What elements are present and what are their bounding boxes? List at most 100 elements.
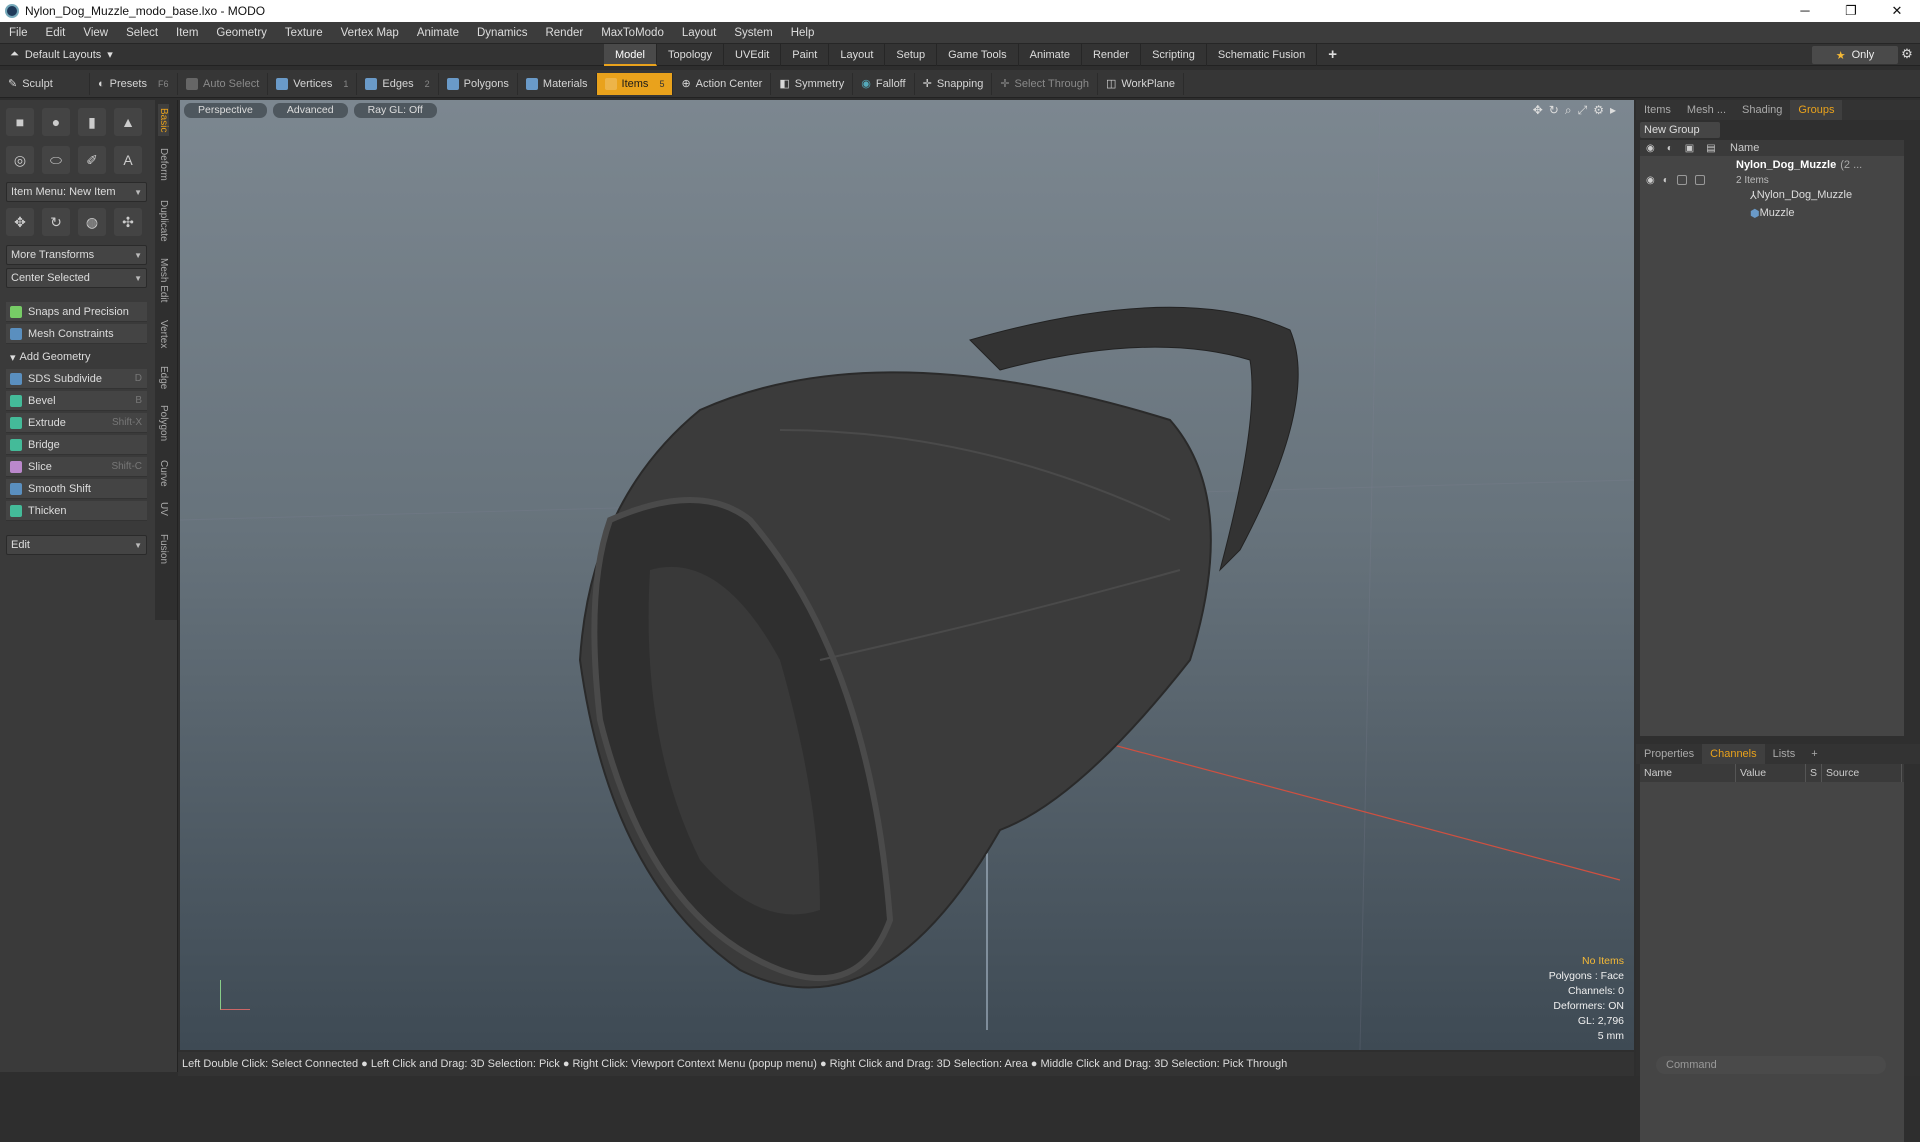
menu-render[interactable]: Render — [536, 27, 592, 39]
tab-mesh[interactable]: Mesh ... — [1679, 100, 1734, 120]
add-panel-tab-button[interactable]: + — [1803, 744, 1825, 764]
select-icon[interactable]: ▤ — [1706, 143, 1715, 154]
action-center-button[interactable]: ⊕ Action Center — [673, 72, 772, 95]
vtab-deform[interactable]: Deform — [158, 148, 169, 181]
orbit-icon[interactable]: ↻ — [1549, 103, 1559, 118]
menu-geometry[interactable]: Geometry — [207, 27, 276, 39]
symmetry-button[interactable]: ◧ Symmetry — [771, 72, 854, 95]
group-row[interactable]: Nylon_Dog_Muzzle (2 ... — [1640, 156, 1904, 174]
cylinder-icon[interactable]: ▮ — [78, 108, 106, 136]
transform-icon[interactable]: ✣ — [114, 208, 142, 236]
text-icon[interactable]: A — [114, 146, 142, 174]
menu-animate[interactable]: Animate — [408, 27, 468, 39]
tab-scripting[interactable]: Scripting — [1141, 44, 1207, 66]
select-checkbox[interactable] — [1694, 174, 1705, 185]
only-button[interactable]: ★ Only — [1812, 46, 1898, 64]
viewport-gear-icon[interactable]: ⚙ — [1593, 103, 1604, 118]
viewport-menu-icon[interactable]: ▸ — [1610, 103, 1616, 118]
minimize-button[interactable]: ─ — [1782, 3, 1828, 19]
tool-sds-subdivide[interactable]: SDS Subdivide D — [6, 369, 147, 389]
item-menu-dropdown[interactable]: Item Menu: New Item — [6, 182, 147, 202]
vtab-vertex[interactable]: Vertex — [158, 320, 169, 348]
tab-lists[interactable]: Lists — [1765, 744, 1804, 764]
pen-icon[interactable]: ✐ — [78, 146, 106, 174]
tab-items[interactable]: Items — [1636, 100, 1679, 120]
menu-help[interactable]: Help — [782, 27, 824, 39]
new-group-button[interactable]: New Group — [1640, 122, 1720, 138]
items-button[interactable]: Items 5 — [596, 72, 674, 95]
menu-file[interactable]: File — [0, 27, 37, 39]
perspective-button[interactable]: Perspective — [184, 103, 267, 118]
tab-layout[interactable]: Layout — [829, 44, 886, 66]
pan-icon[interactable]: ✥ — [1533, 103, 1543, 118]
vtab-uv[interactable]: UV — [158, 502, 169, 516]
render-icon[interactable]: ◐ — [1667, 143, 1673, 154]
add-tab-button[interactable]: + — [1317, 44, 1348, 66]
menu-view[interactable]: View — [74, 27, 117, 39]
capsule-icon[interactable]: ⬭ — [42, 146, 70, 174]
tree-item[interactable]: ⬢ Muzzle — [1640, 204, 1904, 222]
default-layouts-dropdown[interactable]: Default Layouts — [25, 49, 101, 61]
raygl-button[interactable]: Ray GL: Off — [353, 103, 437, 118]
lock-icon[interactable]: ▣ — [1685, 143, 1694, 154]
visibility-icon[interactable]: ◉ — [1646, 175, 1655, 186]
advanced-button[interactable]: Advanced — [272, 103, 348, 118]
tab-groups[interactable]: Groups — [1790, 100, 1843, 120]
tool-thicken[interactable]: Thicken — [6, 501, 147, 521]
menu-texture[interactable]: Texture — [276, 27, 332, 39]
vtab-basic[interactable]: Basic — [158, 104, 169, 137]
tool-slice[interactable]: Slice Shift-C — [6, 457, 147, 477]
menu-select[interactable]: Select — [117, 27, 167, 39]
close-button[interactable]: ✕ — [1874, 3, 1920, 19]
command-input[interactable]: Command — [1656, 1056, 1886, 1074]
tab-model[interactable]: Model — [604, 44, 657, 66]
tab-channels[interactable]: Channels — [1702, 744, 1765, 764]
sculpt-button[interactable]: ✎ Sculpt — [0, 72, 90, 95]
add-geometry-header[interactable]: ▾ Add Geometry — [6, 347, 147, 367]
tool-extrude[interactable]: Extrude Shift-X — [6, 413, 147, 433]
lock-checkbox[interactable] — [1676, 174, 1687, 185]
visibility-icon[interactable]: ◉ — [1646, 143, 1655, 154]
mesh-constraints-button[interactable]: Mesh Constraints — [6, 324, 147, 344]
cone-icon[interactable]: ▲ — [114, 108, 142, 136]
menu-dynamics[interactable]: Dynamics — [468, 27, 536, 39]
menu-layout[interactable]: Layout — [673, 27, 726, 39]
tool-bevel[interactable]: Bevel B — [6, 391, 147, 411]
edges-button[interactable]: Edges 2 — [357, 72, 439, 95]
sphere-icon[interactable]: ● — [42, 108, 70, 136]
zoom-icon[interactable]: ⌕ — [1565, 103, 1572, 118]
vtab-edge[interactable]: Edge — [158, 366, 169, 389]
render-icon[interactable]: ◐ — [1663, 175, 1669, 186]
tab-shading[interactable]: Shading — [1734, 100, 1790, 120]
tool-smooth-shift[interactable]: Smooth Shift — [6, 479, 147, 499]
select-through-button[interactable]: ✛ Select Through — [992, 72, 1098, 95]
scale-icon[interactable]: ◍ — [78, 208, 106, 236]
more-transforms-dropdown[interactable]: More Transforms — [6, 245, 147, 265]
menu-maxtomodo[interactable]: MaxToModo — [592, 27, 673, 39]
presets-button[interactable]: ◐ Presets F6 — [90, 72, 178, 95]
gear-icon[interactable]: ⚙ — [1896, 46, 1918, 64]
tab-uvedit[interactable]: UVEdit — [724, 44, 782, 66]
falloff-button[interactable]: ◉ Falloff — [853, 72, 915, 95]
tab-properties[interactable]: Properties — [1636, 744, 1702, 764]
menu-vertex-map[interactable]: Vertex Map — [332, 27, 408, 39]
maximize-button[interactable]: ❐ — [1828, 3, 1874, 19]
tab-animate[interactable]: Animate — [1019, 44, 1082, 66]
tab-schematic-fusion[interactable]: Schematic Fusion — [1207, 44, 1318, 66]
menu-item[interactable]: Item — [167, 27, 207, 39]
workplane-button[interactable]: ◫ WorkPlane — [1098, 72, 1184, 95]
vtab-duplicate[interactable]: Duplicate — [158, 200, 169, 242]
layouts-arrow-icon[interactable]: ⏶ — [10, 48, 19, 61]
vtab-curve[interactable]: Curve — [158, 460, 169, 487]
edit-dropdown[interactable]: Edit — [6, 535, 147, 555]
tab-game-tools[interactable]: Game Tools — [937, 44, 1019, 66]
menu-system[interactable]: System — [725, 27, 781, 39]
vtab-fusion[interactable]: Fusion — [158, 534, 169, 564]
tree-item[interactable]: ⅄ Nylon_Dog_Muzzle — [1640, 186, 1904, 204]
move-icon[interactable]: ✥ — [6, 208, 34, 236]
tab-render[interactable]: Render — [1082, 44, 1142, 66]
vertices-button[interactable]: Vertices 1 — [268, 72, 358, 95]
tab-setup[interactable]: Setup — [885, 44, 938, 66]
vtab-polygon[interactable]: Polygon — [158, 405, 169, 441]
torus-icon[interactable]: ◎ — [6, 146, 34, 174]
